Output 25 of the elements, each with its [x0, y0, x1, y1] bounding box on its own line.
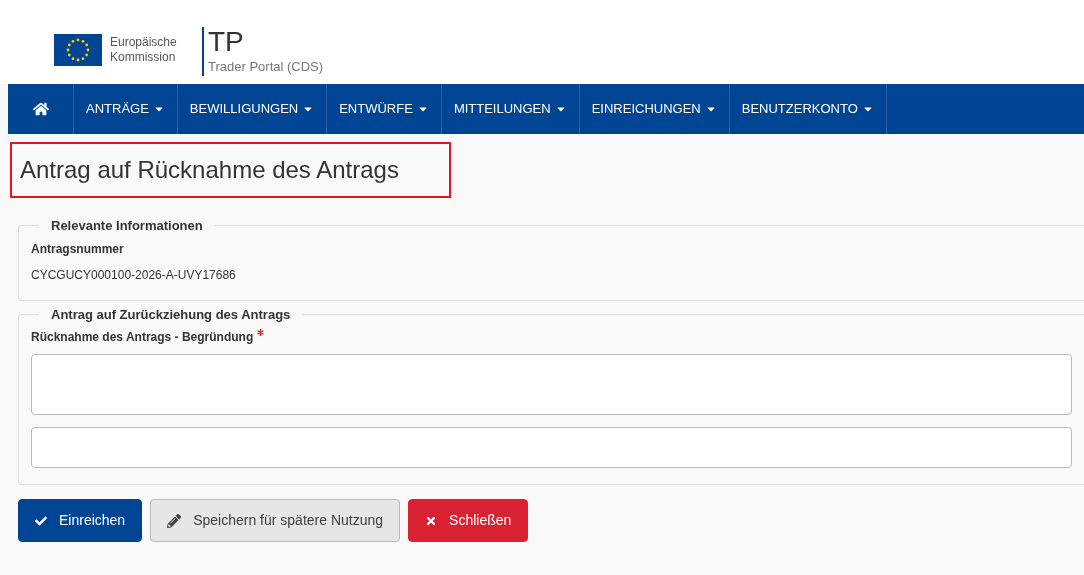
- section-legend: Relevante Informationen: [39, 216, 215, 236]
- reason-textarea[interactable]: [31, 354, 1072, 415]
- nav-menu-item[interactable]: BENUTZERKONTO: [729, 84, 887, 134]
- nav-menu-item[interactable]: BEWILLIGUNGEN: [177, 84, 328, 134]
- field-label: Rücknahme des Antrags - Begründung: [31, 329, 254, 346]
- logo-text: Europäische Kommission: [110, 35, 178, 65]
- home-icon: [32, 101, 49, 117]
- nav-menu-item[interactable]: ANTRÄGE: [74, 84, 178, 134]
- app-subtitle: Trader Portal (CDS): [208, 57, 324, 76]
- app-title: TP: [208, 26, 245, 57]
- action-button[interactable]: Schließen: [408, 499, 529, 542]
- eu-flag-logo-icon: [54, 34, 102, 66]
- nav-menu-item[interactable]: MITTEILUNGEN: [441, 84, 580, 134]
- action-button[interactable]: Einreichen: [18, 499, 143, 542]
- close-icon: [425, 514, 438, 527]
- nav-menu-item[interactable]: EINREICHUNGEN: [579, 84, 730, 134]
- action-button[interactable]: Speichern für spätere Nutzung: [150, 499, 401, 542]
- field-value: CYCGUCY000100-2026-A-UVY17686: [31, 266, 237, 284]
- input-field[interactable]: [31, 427, 1072, 468]
- page-title: Antrag auf Rücknahme des Antrags: [20, 156, 400, 184]
- field-label: Antragsnummer: [31, 240, 125, 258]
- check-icon: [35, 514, 47, 527]
- nav-menu-item[interactable]: ENTWÜRFE: [327, 84, 442, 134]
- pencil-icon: [167, 513, 182, 528]
- section-legend: Antrag auf Zurückziehung des Antrags: [39, 304, 303, 324]
